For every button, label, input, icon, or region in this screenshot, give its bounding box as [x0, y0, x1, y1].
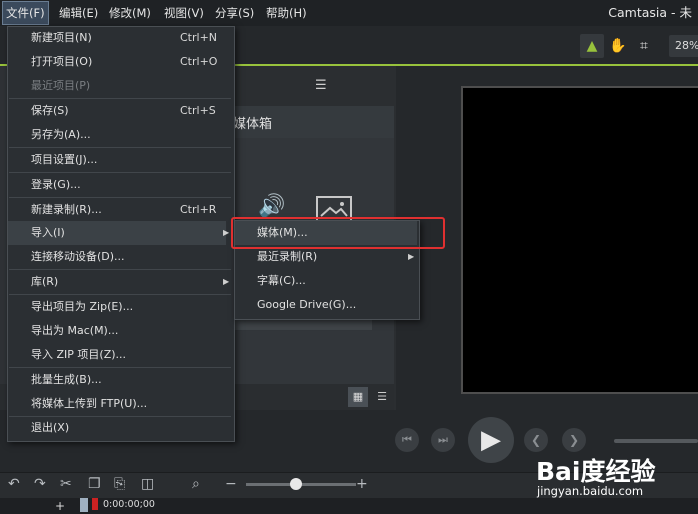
menu-item-shortcut: Ctrl+N	[180, 31, 218, 44]
crop-tool-icon[interactable]: ⌗	[632, 34, 656, 58]
pan-tool-icon[interactable]: ✋	[606, 34, 630, 58]
grid-view-icon[interactable]: ▦	[348, 387, 368, 407]
audio-icon: 🔊	[258, 194, 286, 219]
menu-item-label: 连接移动设备(D)...	[31, 250, 125, 263]
zoom-level[interactable]: 28%	[669, 35, 698, 57]
menu-item-label: 项目设置(J)...	[31, 153, 98, 166]
menu-item-label: 导出为 Mac(M)...	[31, 324, 119, 337]
add-track-icon[interactable]: +	[55, 499, 65, 513]
timeline-zoom-handle[interactable]	[290, 478, 302, 490]
menu-item-save[interactable]: 保存(S) Ctrl+S	[8, 99, 226, 123]
baidu-watermark-logo: Bai度经验	[536, 457, 656, 486]
playback-scrubber[interactable]	[614, 439, 698, 443]
menu-item-label: 库(R)	[31, 275, 59, 288]
menu-item-label: 导出项目为 Zip(E)...	[31, 300, 134, 313]
menu-item-label: 保存(S)	[31, 104, 69, 117]
preview-canvas[interactable]	[461, 86, 698, 394]
menu-item-shortcut: Ctrl+S	[180, 104, 216, 117]
timecode: 0:00:00;00	[103, 499, 155, 510]
redo-icon[interactable]: ↷	[34, 476, 46, 492]
menu-item-import[interactable]: 导入(I) ▶	[8, 221, 230, 245]
menu-modify[interactable]: 修改(M)	[106, 0, 154, 26]
menu-item-export-mac[interactable]: 导出为 Mac(M)...	[8, 319, 226, 343]
menu-item-label: 将媒体上传到 FTP(U)...	[31, 397, 148, 410]
playhead[interactable]	[80, 498, 88, 512]
cut-icon[interactable]: ✂	[60, 476, 72, 492]
menu-item-recent-projects: 最近项目(P)	[8, 74, 226, 98]
menu-item-login[interactable]: 登录(G)...	[8, 173, 226, 197]
menu-item-batch-production[interactable]: 批量生成(B)...	[8, 368, 226, 392]
menu-item-import-zip[interactable]: 导入 ZIP 项目(Z)...	[8, 343, 226, 367]
list-tab-icon[interactable]: ☰	[315, 78, 327, 93]
menu-file[interactable]: 文件(F)	[2, 1, 49, 25]
media-bin-title: 媒体箱	[233, 117, 273, 132]
menu-item-label: 新建项目(N)	[31, 31, 92, 44]
menu-item-exit[interactable]: 退出(X)	[8, 416, 226, 440]
menu-item-new-project[interactable]: 新建项目(N) Ctrl+N	[8, 26, 226, 50]
next-clip-icon[interactable]: ❯	[562, 428, 586, 452]
menu-item-label: 导入(I)	[31, 226, 65, 239]
window-title: Camtasia - 未	[608, 5, 692, 20]
menu-item-save-as[interactable]: 另存为(A)...	[8, 123, 226, 147]
zoom-search-icon[interactable]: ⌕	[192, 476, 200, 492]
previous-clip-icon[interactable]: ❮	[524, 428, 548, 452]
menu-item-label: 打开项目(O)	[31, 55, 93, 68]
menu-item-label: 另存为(A)...	[31, 128, 91, 141]
zoom-in-icon[interactable]: +	[356, 476, 368, 492]
submenu-arrow-icon: ▶	[223, 277, 230, 286]
menu-item-shortcut: Ctrl+R	[180, 203, 217, 216]
menu-item-upload-ftp[interactable]: 将媒体上传到 FTP(U)...	[8, 392, 226, 416]
submenu-item-label: Google Drive(G)...	[257, 298, 357, 311]
step-back-icon[interactable]: ⏮	[395, 428, 419, 452]
play-icon[interactable]: ▶	[468, 417, 514, 463]
menu-help[interactable]: 帮助(H)	[263, 0, 310, 26]
submenu-item-label: 字幕(C)...	[257, 274, 306, 287]
baidu-watermark-url: jingyan.baidu.com	[537, 484, 644, 498]
menu-item-export-zip[interactable]: 导出项目为 Zip(E)...	[8, 295, 226, 319]
menu-item-label: 退出(X)	[31, 421, 70, 434]
copy-icon[interactable]: ❐	[88, 476, 101, 492]
menu-bar	[0, 0, 698, 26]
menu-item-new-recording[interactable]: 新建录制(R)... Ctrl+R	[8, 198, 226, 222]
menu-item-project-settings[interactable]: 项目设置(J)...	[8, 148, 226, 172]
paste-icon[interactable]: ⎘	[114, 476, 125, 492]
menu-item-library[interactable]: 库(R) ▶	[8, 270, 230, 294]
menu-item-label: 批量生成(B)...	[31, 373, 102, 386]
menu-item-label: 最近项目(P)	[31, 79, 91, 92]
undo-icon[interactable]: ↶	[8, 476, 20, 492]
menu-item-open-project[interactable]: 打开项目(O) Ctrl+O	[8, 50, 226, 74]
menu-item-label: 新建录制(R)...	[31, 203, 102, 216]
annotation-highlight	[231, 217, 445, 249]
menu-edit[interactable]: 编辑(E)	[56, 0, 101, 26]
submenu-arrow-icon: ▶	[223, 228, 230, 237]
menu-share[interactable]: 分享(S)	[212, 0, 257, 26]
menu-item-shortcut: Ctrl+O	[180, 55, 218, 68]
select-tool-icon[interactable]: ▲	[580, 34, 604, 58]
submenu-item-captions[interactable]: 字幕(C)...	[235, 269, 417, 293]
menu-item-label: 导入 ZIP 项目(Z)...	[31, 348, 127, 361]
playhead-marker	[92, 498, 98, 510]
menu-item-label: 登录(G)...	[31, 178, 81, 191]
menu-item-connect-mobile[interactable]: 连接移动设备(D)...	[8, 245, 226, 269]
split-icon[interactable]: ◫	[141, 476, 154, 492]
zoom-out-icon[interactable]: −	[225, 476, 237, 492]
submenu-item-google-drive[interactable]: Google Drive(G)...	[235, 293, 417, 317]
panel-tabs	[234, 66, 394, 106]
menu-view[interactable]: 视图(V)	[161, 0, 207, 26]
list-view-icon[interactable]: ☰	[372, 387, 392, 407]
step-forward-icon[interactable]: ⏭	[431, 428, 455, 452]
